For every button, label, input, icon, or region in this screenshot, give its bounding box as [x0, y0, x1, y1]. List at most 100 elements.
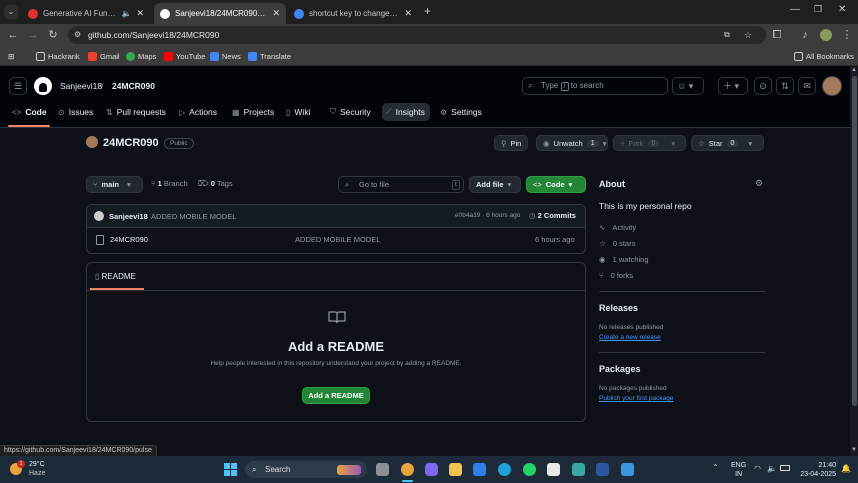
activity-link[interactable]: ∿ Activity — [599, 223, 636, 232]
publish-package-link[interactable]: Publish your first package — [599, 395, 673, 402]
readme-tab[interactable]: ▯ README — [95, 272, 136, 281]
restore-icon[interactable]: ❐ — [814, 4, 822, 15]
tab-settings[interactable]: ⚙ Settings — [440, 104, 482, 120]
taskbar-search[interactable]: ⌕ Search — [245, 461, 367, 478]
branches-link[interactable]: ⑂ 1 Branch — [151, 179, 188, 188]
minimize-icon[interactable]: — — [790, 4, 800, 15]
file-name[interactable]: 24MCR090 — [110, 235, 148, 244]
tab-code[interactable]: <> Code — [12, 104, 47, 120]
browser-tab-shortcut[interactable]: shortcut key to change a hyperlink ✕ — [288, 3, 418, 24]
gear-icon[interactable]: ⚙ — [755, 178, 763, 189]
branch-select[interactable]: ⑂ main ▾ — [86, 176, 143, 193]
photos-icon[interactable] — [621, 463, 634, 476]
repo-owner-link[interactable]: Sanjeevi18 — [60, 81, 102, 91]
stars-link[interactable]: ☆ 0 stars — [599, 239, 635, 248]
repo-title[interactable]: 24MCR090 — [103, 137, 159, 149]
chevron-up-icon[interactable]: ⌃ — [712, 463, 719, 472]
search-input[interactable]: ⌕ Type / to search — [522, 77, 668, 95]
scroll-up-icon[interactable]: ▲ — [851, 67, 857, 73]
bookmark-star-icon[interactable]: ☆ — [744, 26, 752, 44]
add-readme-button[interactable]: Add a README — [302, 387, 370, 404]
all-bookmarks[interactable]: All Bookmarks — [794, 50, 854, 62]
whatsapp-icon[interactable] — [523, 463, 536, 476]
reload-icon[interactable]: ↻ — [46, 28, 60, 42]
inbox-icon[interactable]: ✉ — [798, 77, 816, 95]
clock[interactable]: 21:40 23-04-2025 — [800, 461, 836, 479]
create-new-icon[interactable]: ＋ ▾ — [718, 77, 748, 95]
go-to-file-input[interactable]: ⌕ Go to file t — [338, 176, 464, 193]
start-windows-icon[interactable] — [224, 463, 237, 476]
scroll-down-icon[interactable]: ▼ — [851, 447, 857, 453]
tab-pull-requests[interactable]: ⇅ Pull requests — [106, 104, 166, 120]
bookmark-translate[interactable]: Translate — [248, 50, 291, 62]
tab-search-icon[interactable]: ⌄ — [4, 5, 18, 19]
commit-hash-time[interactable]: e0b4a19 · 6 hours ago — [455, 212, 520, 219]
media-icon[interactable]: ♪ — [798, 28, 812, 42]
store-icon[interactable] — [547, 463, 560, 476]
chrome-icon[interactable] — [401, 463, 414, 476]
vscode-icon[interactable] — [473, 463, 486, 476]
browser-tab-github[interactable]: Sanjeevi18/24MCR090: This is my personal… — [154, 3, 286, 24]
add-file-button[interactable]: Add file ▾ — [469, 176, 521, 193]
file-commit-message[interactable]: ADDED MOBILE MODEL — [295, 235, 380, 244]
watching-link[interactable]: ◉ 1 watching — [599, 255, 649, 264]
unwatch-button[interactable]: ◉ Unwatch 1 ▾ — [536, 135, 608, 151]
word-icon[interactable] — [596, 463, 609, 476]
scrollbar-thumb[interactable] — [852, 76, 857, 406]
pull-requests-icon[interactable]: ⇅ — [776, 77, 794, 95]
copilot-icon[interactable]: ☺ ▾ — [672, 77, 704, 95]
profile-avatar[interactable] — [820, 29, 832, 41]
tab-projects[interactable]: ▦ Projects — [232, 104, 274, 120]
table-row[interactable]: 24MCR090 ADDED MOBILE MODEL 6 hours ago — [87, 228, 585, 253]
bookmark-gmail[interactable]: Gmail — [88, 50, 120, 62]
issues-icon[interactable]: ⊙ — [754, 77, 772, 95]
github-logo-icon[interactable] — [34, 77, 52, 95]
forward-icon[interactable]: → — [26, 28, 40, 42]
new-tab-icon[interactable]: + — [424, 4, 431, 18]
bookmark-youtube[interactable]: YouTube — [164, 50, 205, 62]
back-icon[interactable]: ← — [6, 28, 20, 42]
close-tab-icon[interactable]: ✕ — [272, 8, 280, 19]
tab-wiki[interactable]: ▯ Wiki — [286, 104, 310, 120]
tab-insights[interactable]: ⟋ Insights — [386, 104, 425, 120]
bookmark-hackrank[interactable]: Hackrank — [36, 50, 80, 62]
tab-actions[interactable]: ▷ Actions — [179, 104, 217, 120]
pin-button[interactable]: ⚲ Pin — [494, 135, 529, 151]
file-explorer-icon[interactable] — [449, 463, 462, 476]
bookmark-maps[interactable]: Maps — [126, 50, 156, 62]
menu-icon[interactable]: ⋮ — [840, 28, 854, 42]
fork-button[interactable]: ⑂ Fork 0 ▾ — [613, 135, 686, 151]
code-button[interactable]: <> Code ▾ — [526, 176, 586, 193]
releases-heading[interactable]: Releases — [599, 303, 638, 313]
task-view-icon[interactable] — [376, 463, 389, 476]
commit-author[interactable]: Sanjeevi18 — [109, 212, 148, 221]
hamburger-menu-icon[interactable]: ☰ — [9, 77, 27, 95]
close-window-icon[interactable]: ✕ — [838, 4, 846, 15]
install-icon[interactable]: ⧉ — [724, 26, 730, 44]
apps-icon[interactable]: ⊞ — [8, 50, 14, 62]
battery-icon[interactable] — [780, 465, 790, 471]
bookmark-news[interactable]: News — [210, 50, 241, 62]
language-indicator[interactable]: ENG IN — [731, 461, 746, 479]
commits-link[interactable]: ◷ 2 Commits — [529, 211, 576, 220]
site-info-icon[interactable]: ⚙ — [74, 26, 81, 44]
close-tab-icon[interactable]: ✕ — [136, 8, 144, 19]
browser-tab-generative-ai[interactable]: Generative AI Fundamentals 🔈 ✕ — [22, 3, 150, 24]
forks-link[interactable]: ⑂ 0 forks — [599, 271, 633, 280]
close-tab-icon[interactable]: ✕ — [404, 8, 412, 19]
tab-security[interactable]: ⛉ Security — [330, 104, 371, 120]
notification-bell-icon[interactable]: 🔔 — [841, 464, 851, 473]
address-bar[interactable]: ⚙ github.com/Sanjeevi18/24MCR090 ⧉ ☆ — [68, 26, 766, 44]
star-button[interactable]: ☆ Star 0 ▾ — [691, 135, 764, 151]
volume-icon[interactable]: 🔈 — [767, 464, 777, 473]
weather-widget[interactable]: 1 29°C Haze — [8, 460, 68, 480]
tab-issues[interactable]: ⊙ Issues — [58, 104, 93, 120]
notepad-icon[interactable] — [572, 463, 585, 476]
edge-icon[interactable] — [498, 463, 511, 476]
commit-message[interactable]: ADDED MOBILE MODEL — [151, 212, 236, 221]
tags-link[interactable]: ⌦ 0 Tags — [198, 179, 233, 188]
repo-name-link[interactable]: 24MCR090 — [112, 81, 155, 91]
user-avatar[interactable] — [822, 76, 842, 96]
extensions-icon[interactable]: ⧠ — [770, 28, 784, 42]
create-release-link[interactable]: Create a new release — [599, 334, 661, 341]
